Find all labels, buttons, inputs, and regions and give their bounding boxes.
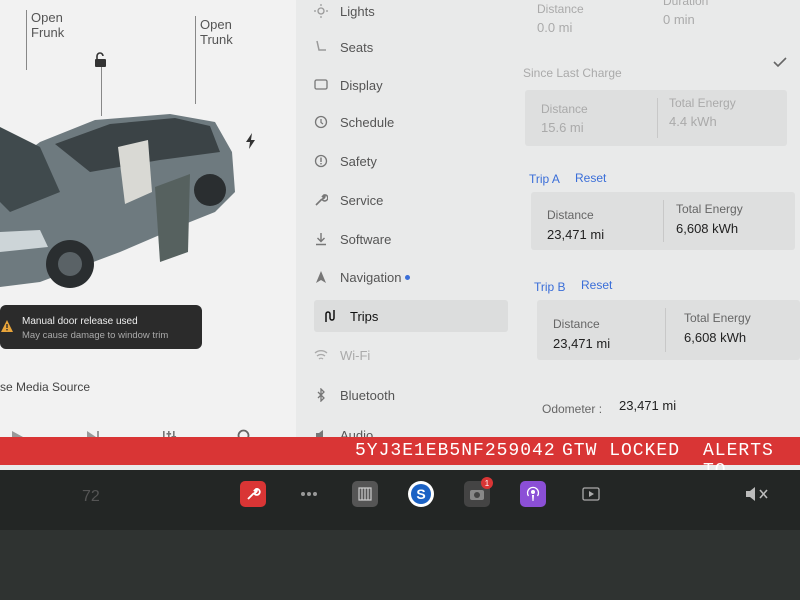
- settings-menu: Lights Seats Display Schedule Safety Ser…: [300, 0, 515, 455]
- volume-mute-icon[interactable]: [744, 481, 770, 507]
- podcasts-app-icon[interactable]: [520, 481, 546, 507]
- top-duration-value: 0 min: [663, 12, 695, 27]
- open-trunk-button[interactable]: Open Trunk: [200, 17, 233, 47]
- warning-icon: [1, 320, 13, 332]
- vin-text: 5YJ3E1EB5NF259042: [355, 441, 556, 461]
- trip-a-reset-button[interactable]: Reset: [575, 171, 606, 185]
- frunk-pointer-line: [26, 10, 27, 70]
- wrench-icon: [312, 191, 330, 209]
- since-last-charge-heading: Since Last Charge: [523, 66, 622, 80]
- trip-b-card: Distance 23,471 mi Total Energy 6,608 kW…: [537, 300, 800, 360]
- dashboard-bezel: [0, 530, 800, 600]
- menu-label: Safety: [340, 153, 377, 169]
- open-frunk-button[interactable]: Open Frunk: [31, 10, 64, 40]
- menu-item-schedule[interactable]: Schedule: [312, 111, 394, 133]
- menu-item-navigation[interactable]: Navigation: [312, 266, 411, 288]
- sirius-app-icon[interactable]: S: [408, 481, 434, 507]
- odometer-value: 23,471 mi: [619, 398, 677, 413]
- car-panel: Open Frunk Open Trunk Manual door releas…: [0, 0, 296, 455]
- menu-label: Lights: [340, 3, 375, 19]
- menu-label: Bluetooth: [340, 387, 395, 403]
- top-distance-label: Distance: [537, 2, 584, 16]
- temperature-readout[interactable]: 72: [82, 488, 100, 506]
- alerts-text: ALERTS TO: [703, 441, 774, 470]
- alert-banner: 5YJ3E1EB5NF259042 GTW LOCKED ALERTS TO: [0, 437, 800, 470]
- menu-label: Display: [340, 77, 383, 93]
- vehicle-screen: Open Frunk Open Trunk Manual door releas…: [0, 0, 800, 470]
- toast-title: Manual door release used: [22, 316, 138, 327]
- more-apps-icon[interactable]: [296, 481, 322, 507]
- menu-label: Navigation: [340, 269, 402, 285]
- info-icon: [312, 152, 330, 170]
- odometer-label: Odometer :: [542, 402, 603, 416]
- theater-app-icon[interactable]: [578, 481, 604, 507]
- menu-label: Schedule: [340, 114, 395, 130]
- display-icon: [312, 76, 330, 94]
- top-duration-label: Duration: [663, 0, 709, 8]
- camera-app-icon[interactable]: 1: [464, 477, 493, 507]
- trip-a-distance-label: Distance: [547, 208, 594, 222]
- menu-label: Software: [340, 231, 392, 247]
- app-dock: 72 S 1: [0, 470, 800, 530]
- menu-item-seats[interactable]: Seats: [312, 36, 373, 58]
- trip-b-heading: Trip B: [534, 280, 566, 294]
- trip-b-reset-button[interactable]: Reset: [581, 278, 612, 292]
- door-release-alert: Manual door release used May cause damag…: [0, 305, 202, 349]
- trip-b-distance-label: Distance: [553, 317, 600, 331]
- car-image: [0, 114, 235, 288]
- trip-a-energy-value: 6,608 kWh: [676, 221, 739, 236]
- slc-distance-label: Distance: [541, 102, 588, 116]
- card-divider: [665, 308, 666, 352]
- menu-label: Trips: [350, 308, 379, 324]
- menu-item-display[interactable]: Display: [312, 74, 383, 96]
- svg-text:S: S: [416, 486, 425, 502]
- slc-energy-value: 4.4 kWh: [669, 114, 717, 129]
- toast-subtitle: May cause damage to window trim: [22, 330, 169, 341]
- menu-item-service[interactable]: Service: [312, 189, 383, 211]
- trip-b-distance-value: 23,471 mi: [553, 336, 611, 351]
- menu-label: Seats: [340, 39, 374, 55]
- clock-icon: [312, 113, 330, 131]
- service-app-icon[interactable]: [240, 481, 266, 507]
- trip-a-distance-value: 23,471 mi: [547, 227, 605, 242]
- menu-label: Service: [340, 192, 384, 208]
- since-last-charge-card: Distance 15.6 mi Total Energy 4.4 kWh: [525, 90, 787, 146]
- navigation-icon: [312, 268, 330, 286]
- top-distance-value: 0.0 mi: [537, 20, 573, 35]
- trips-content: Distance 0.0 mi Duration 0 min Since Las…: [515, 0, 800, 455]
- trip-b-energy-label: Total Energy: [684, 311, 751, 325]
- trip-a-heading: Trip A: [529, 172, 560, 186]
- card-divider: [663, 200, 664, 242]
- seat-icon: [312, 38, 330, 56]
- slc-energy-label: Total Energy: [669, 96, 736, 110]
- download-icon: [312, 230, 330, 248]
- menu-item-safety[interactable]: Safety: [312, 150, 377, 172]
- trips-icon: [322, 307, 340, 325]
- lock-pointer-line: [101, 66, 102, 116]
- unlock-icon[interactable]: [93, 52, 109, 68]
- menu-item-bluetooth[interactable]: Bluetooth: [312, 384, 395, 406]
- trip-a-energy-label: Total Energy: [676, 202, 743, 216]
- menu-label: Wi-Fi: [340, 347, 371, 363]
- card-divider: [657, 98, 658, 138]
- menu-item-trips[interactable]: Trips: [314, 300, 508, 332]
- toybox-app-icon[interactable]: [352, 481, 378, 507]
- media-source-button[interactable]: se Media Source: [0, 380, 90, 394]
- update-dot: [405, 274, 411, 280]
- trunk-pointer-line: [195, 16, 196, 104]
- slc-distance-value: 15.6 mi: [541, 120, 584, 135]
- gtw-locked-text: GTW LOCKED: [562, 441, 681, 461]
- trip-b-energy-value: 6,608 kWh: [684, 330, 747, 345]
- trip-a-card: Distance 23,471 mi Total Energy 6,608 kW…: [531, 192, 795, 250]
- bluetooth-icon: [312, 386, 330, 404]
- menu-item-lights[interactable]: Lights: [312, 0, 375, 22]
- wifi-icon: [312, 346, 330, 364]
- notification-badge: 1: [481, 477, 493, 489]
- lightbulb-icon: [312, 2, 330, 20]
- checkmark-icon: [773, 57, 787, 68]
- menu-item-software[interactable]: Software: [312, 228, 391, 250]
- menu-item-wifi[interactable]: Wi-Fi: [312, 344, 370, 366]
